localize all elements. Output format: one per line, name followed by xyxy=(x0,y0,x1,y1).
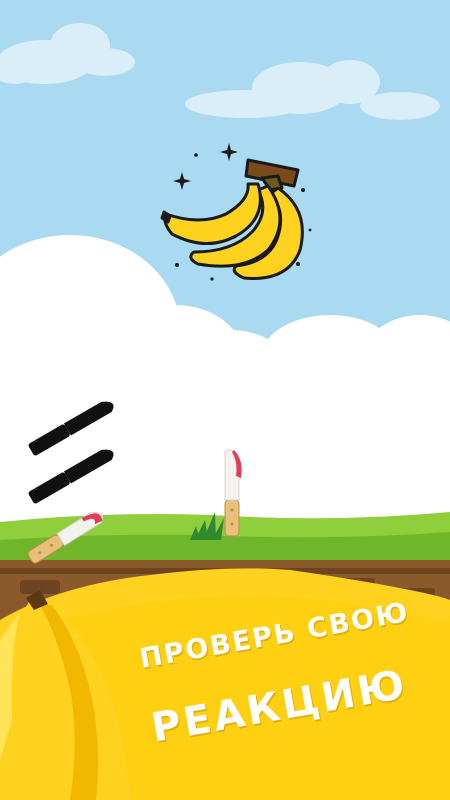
knife-stuck-in-ground xyxy=(224,449,242,537)
game-scene[interactable]: ПРОВЕРЬ СВОЮ РЕАКЦИЮ xyxy=(0,0,450,800)
